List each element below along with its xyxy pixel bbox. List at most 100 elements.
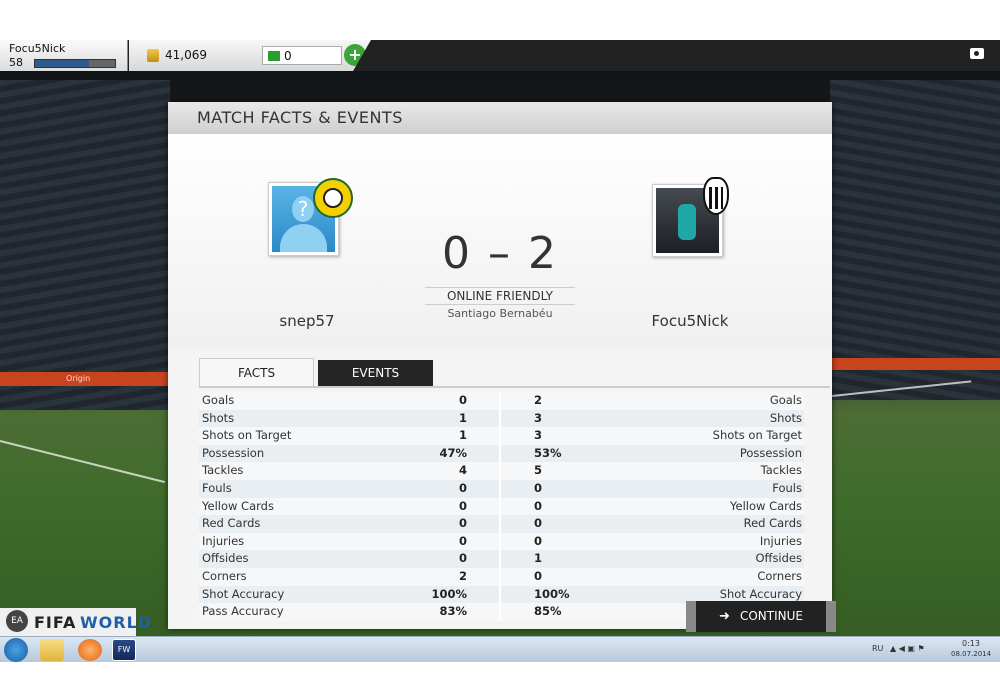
stadium-stands-left bbox=[0, 80, 170, 410]
user-level: 58 bbox=[9, 56, 23, 69]
stat-row: Offsides 0 1 Offsides bbox=[199, 550, 804, 568]
stadium-name: Santiago Bernabéu bbox=[447, 307, 553, 320]
stat-home-value: 0 bbox=[458, 516, 467, 531]
tab-facts[interactable]: FACTS bbox=[199, 358, 314, 387]
stat-away-value: 0 bbox=[534, 516, 543, 531]
match-facts-panel: MATCH FACTS & EVENTS ? snep57 Focu5Nick … bbox=[168, 102, 832, 629]
stat-home-value: 1 bbox=[458, 410, 467, 425]
arrow-right-icon: ➜ bbox=[719, 609, 730, 624]
stat-divider bbox=[499, 567, 501, 586]
stat-away-value: 3 bbox=[534, 428, 543, 443]
currency-box: 41,069 0 + bbox=[129, 40, 379, 71]
top-bar: Focu5Nick 58 41,069 0 + bbox=[0, 40, 1000, 71]
points-field: 0 bbox=[262, 46, 342, 65]
stat-away-label: Offsides bbox=[755, 551, 802, 566]
stat-away-value: 5 bbox=[534, 463, 543, 478]
stat-divider bbox=[499, 532, 501, 551]
stat-away-value: 0 bbox=[534, 568, 543, 583]
stat-away-value: 85% bbox=[534, 604, 562, 619]
points-value: 0 bbox=[284, 49, 292, 63]
file-explorer-icon[interactable] bbox=[40, 639, 64, 661]
stat-row: Injuries 0 0 Injuries bbox=[199, 532, 804, 551]
stat-home-label: Yellow Cards bbox=[202, 498, 274, 513]
stat-divider bbox=[499, 515, 501, 533]
unknown-user-icon: ? bbox=[292, 196, 314, 222]
fifa-world-logo: EA FIFA WORLD bbox=[0, 608, 151, 636]
stat-divider bbox=[499, 392, 501, 410]
stadium-stands-right bbox=[830, 80, 1000, 400]
stat-away-value: 2 bbox=[534, 393, 543, 407]
stat-home-value: 1 bbox=[458, 428, 467, 443]
stat-home-label: Pass Accuracy bbox=[202, 604, 284, 619]
xp-bar bbox=[34, 59, 116, 68]
stat-row: Red Cards 0 0 Red Cards bbox=[199, 515, 804, 533]
stat-away-label: Tackles bbox=[760, 463, 802, 478]
stat-divider bbox=[499, 427, 501, 445]
pitch-line bbox=[0, 440, 166, 484]
stat-row: Possession 47% 53% Possession bbox=[199, 444, 804, 463]
home-club-badge-icon bbox=[313, 178, 353, 218]
stat-away-label: Fouls bbox=[772, 480, 802, 495]
system-tray-icons[interactable]: ▲ ◀ ▣ ⚑ bbox=[890, 644, 925, 653]
stat-away-label: Red Cards bbox=[743, 516, 802, 531]
language-indicator[interactable]: RU bbox=[872, 644, 883, 653]
game-screen: Origin Focu5Nick 58 41,069 0 + MATCH FAC… bbox=[0, 40, 1000, 662]
stat-row: Shots on Target 1 3 Shots on Target bbox=[199, 427, 804, 445]
stat-away-value: 0 bbox=[534, 480, 543, 495]
stat-away-label: Goals bbox=[769, 393, 802, 407]
stat-divider bbox=[499, 550, 501, 568]
away-player-name: Focu5Nick bbox=[651, 312, 729, 330]
stat-home-label: Possession bbox=[202, 445, 265, 460]
stat-away-label: Possession bbox=[739, 445, 802, 460]
stat-away-value: 100% bbox=[534, 586, 570, 601]
windows-taskbar: FW RU ▲ ◀ ▣ ⚑ 0:13 08.07.2014 bbox=[0, 636, 1000, 662]
stat-home-label: Shots bbox=[202, 410, 235, 425]
stat-home-value: 0 bbox=[458, 393, 467, 407]
origin-app-icon[interactable] bbox=[78, 639, 102, 661]
camera-icon[interactable] bbox=[970, 48, 984, 59]
xp-bar-fill bbox=[35, 60, 90, 67]
clock-time[interactable]: 0:13 bbox=[962, 639, 980, 648]
coins-icon bbox=[147, 49, 159, 62]
stat-away-label: Shots on Target bbox=[712, 428, 802, 443]
stat-divider bbox=[499, 497, 501, 516]
stat-home-value: 83% bbox=[439, 604, 467, 619]
stat-home-value: 2 bbox=[458, 568, 467, 583]
stat-away-label: Corners bbox=[757, 568, 802, 583]
stat-divider bbox=[499, 479, 501, 498]
stat-divider bbox=[499, 585, 501, 604]
stat-home-label: Tackles bbox=[202, 463, 244, 478]
stat-home-value: 47% bbox=[439, 445, 467, 460]
stat-home-label: Injuries bbox=[202, 533, 245, 548]
stat-home-label: Red Cards bbox=[202, 516, 261, 531]
stat-home-label: Corners bbox=[202, 568, 247, 583]
stat-home-value: 0 bbox=[458, 551, 467, 566]
stat-home-value: 0 bbox=[458, 498, 467, 513]
points-icon bbox=[268, 51, 280, 61]
logo-fifa-text: FIFA bbox=[34, 613, 77, 632]
continue-button[interactable]: ➜ CONTINUE bbox=[686, 601, 836, 632]
tab-events[interactable]: EVENTS bbox=[318, 360, 433, 386]
ad-text: Origin bbox=[66, 374, 91, 383]
stat-row: Goals 0 2 Goals bbox=[199, 392, 804, 410]
stat-divider bbox=[499, 444, 501, 463]
stat-home-value: 0 bbox=[458, 480, 467, 495]
stat-away-value: 53% bbox=[534, 445, 562, 460]
stat-row: Tackles 4 5 Tackles bbox=[199, 462, 804, 480]
windows-start-button[interactable] bbox=[4, 638, 28, 662]
stat-row: Fouls 0 0 Fouls bbox=[199, 479, 804, 498]
ad-board-right bbox=[830, 358, 1000, 370]
stat-away-label: Shot Accuracy bbox=[719, 586, 802, 601]
stat-home-label: Shot Accuracy bbox=[202, 586, 285, 601]
fifa-world-app-icon[interactable]: FW bbox=[112, 639, 136, 661]
stat-home-value: 0 bbox=[458, 533, 467, 548]
stat-away-value: 3 bbox=[534, 410, 543, 425]
logo-world-text: WORLD bbox=[80, 613, 153, 632]
clock-date[interactable]: 08.07.2014 bbox=[951, 650, 991, 658]
stat-home-value: 100% bbox=[431, 586, 467, 601]
stat-row: Corners 2 0 Corners bbox=[199, 567, 804, 586]
user-box[interactable]: Focu5Nick 58 bbox=[0, 40, 128, 71]
match-score: 0 – 2 bbox=[442, 228, 558, 279]
match-type: ONLINE FRIENDLY bbox=[425, 287, 575, 305]
stat-away-value: 0 bbox=[534, 498, 543, 513]
